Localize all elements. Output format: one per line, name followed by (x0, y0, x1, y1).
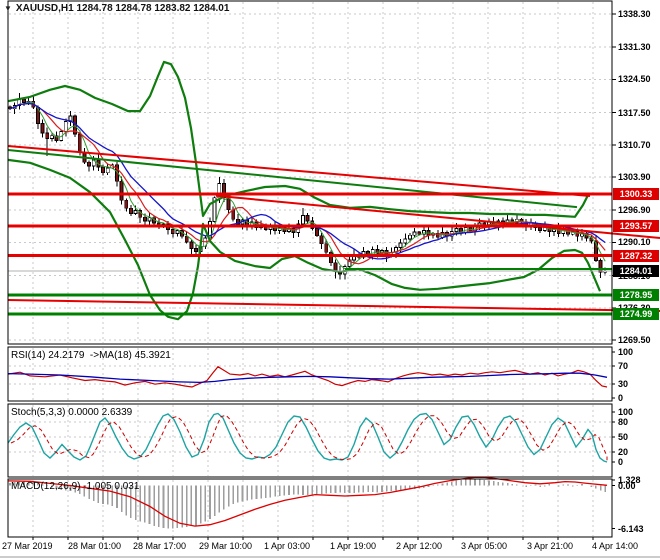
price-badge: 1300.33 (613, 188, 659, 200)
x-axis-label: 1 Apr 03:00 (264, 541, 311, 551)
y-axis-tick-label: 1331.30 (618, 42, 651, 52)
y-axis-tick-label: 1303.90 (618, 172, 651, 182)
symbol-marker-icon: ▼ (4, 3, 12, 13)
stoch-label: Stoch(5,3,3) 0.0000 2.6339 (11, 407, 133, 418)
price-badge: 1284.01 (613, 265, 659, 277)
price-badge: 1293.57 (613, 220, 659, 232)
y-axis-tick-label: 1290.10 (618, 237, 651, 247)
stoch-scale-label: 50 (618, 432, 629, 442)
chart-canvas[interactable] (0, 0, 660, 560)
y-axis-tick-label: 1317.50 (618, 108, 651, 118)
x-axis-label: 28 Mar 01:00 (68, 541, 122, 551)
y-axis-tick-label: 1296.90 (618, 205, 651, 215)
price-badge: 1287.32 (613, 250, 659, 262)
rsi-scale-label: 100 (618, 347, 634, 357)
x-axis-label: 27 Mar 2019 (2, 541, 53, 551)
macd-label: MACD(12,26,9) -1.005 0.031 (11, 481, 140, 492)
stoch-scale-label: 20 (618, 447, 629, 457)
price-badge: 1274.99 (613, 308, 659, 320)
y-axis-tick-label: 1269.50 (618, 335, 651, 345)
rsi-label: RSI(14) 24.2179 ->MA(18) 45.3921 (11, 350, 171, 361)
stoch-scale-label: 100 (618, 407, 634, 417)
stoch-scale-label: 80 (618, 417, 629, 427)
x-axis-label: 29 Mar 10:00 (199, 541, 253, 551)
x-axis-label: 2 Apr 12:00 (396, 541, 443, 551)
y-axis-tick-label: 1310.70 (618, 140, 651, 150)
rsi-scale-label: 30 (618, 379, 629, 389)
x-axis-label: 3 Apr 05:00 (461, 541, 508, 551)
mt4-chart-window: ▼ XAUUSD,H1 1284.78 1284.78 1283.82 1284… (0, 0, 660, 560)
x-axis-label: 3 Apr 21:00 (527, 541, 574, 551)
macd-scale-label: -6.143 (618, 524, 644, 534)
stoch-scale-label: 0 (618, 457, 624, 467)
x-axis-label: 1 Apr 19:00 (330, 541, 377, 551)
x-axis-label: 4 Apr 14:00 (592, 541, 639, 551)
y-axis-tick-label: 1338.30 (618, 9, 651, 19)
rsi-scale-label: 0 (618, 393, 624, 403)
x-axis-label: 28 Mar 17:00 (133, 541, 187, 551)
price-badge: 1278.95 (613, 289, 659, 301)
rsi-scale-label: 70 (618, 361, 629, 371)
y-axis-tick-label: 1324.50 (618, 74, 651, 84)
macd-scale-label: 0.00 (618, 481, 636, 491)
chart-title: XAUUSD,H1 1284.78 1284.78 1283.82 1284.0… (15, 3, 230, 14)
chart-title-row: ▼ XAUUSD,H1 1284.78 1284.78 1283.82 1284… (4, 3, 229, 14)
